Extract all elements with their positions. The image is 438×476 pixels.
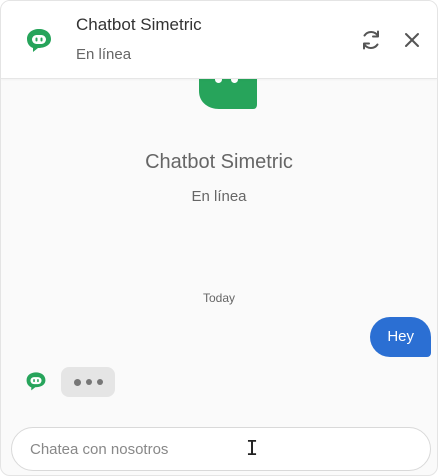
chat-status: En línea xyxy=(76,46,132,63)
message-composer[interactable]: I xyxy=(11,427,431,471)
chat-widget: Chatbot Simetric En línea Chatbot Simetr… xyxy=(0,0,438,476)
chat-header: Chatbot Simetric En línea xyxy=(1,1,437,79)
bot-icon xyxy=(27,29,51,52)
typing-dot xyxy=(73,378,81,386)
user-message-bubble: Hey xyxy=(370,317,431,357)
typing-dot xyxy=(85,379,92,385)
typing-indicator xyxy=(61,367,115,397)
bot-avatar-icon xyxy=(26,372,46,391)
close-icon[interactable] xyxy=(400,28,424,52)
message-input[interactable] xyxy=(12,428,430,470)
typing-dot xyxy=(96,379,103,385)
date-separator: Today xyxy=(202,291,236,305)
intro-title: Chatbot Simetric xyxy=(145,151,293,173)
refresh-icon[interactable] xyxy=(359,28,383,52)
intro-status: En línea xyxy=(191,188,247,205)
chat-title: Chatbot Simetric xyxy=(76,15,202,34)
